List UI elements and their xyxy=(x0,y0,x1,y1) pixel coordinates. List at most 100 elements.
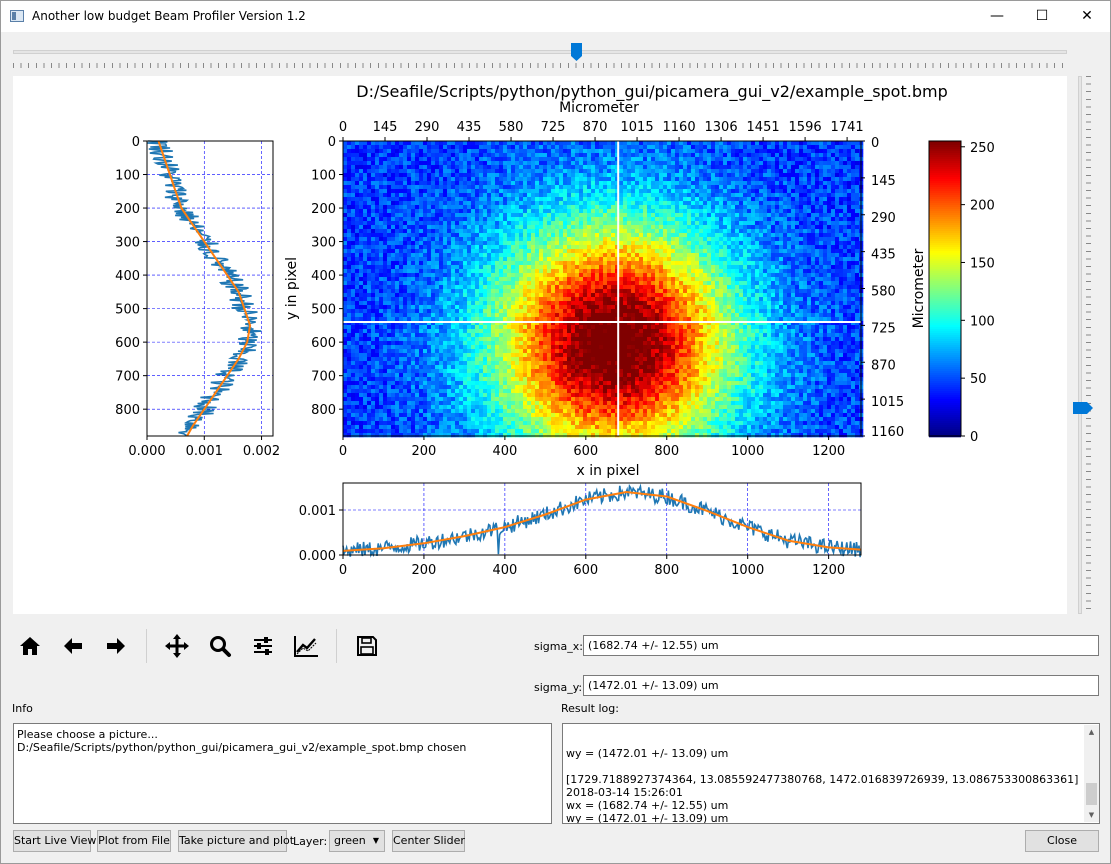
heatmap-cell xyxy=(851,173,856,178)
heatmap-cell xyxy=(811,277,816,282)
heatmap-cell xyxy=(551,253,556,258)
heatmap-cell xyxy=(775,185,780,190)
heatmap-cell xyxy=(627,209,632,214)
heatmap-cell xyxy=(815,145,820,150)
heatmap-cell xyxy=(775,149,780,154)
heatmap-cell xyxy=(527,141,532,146)
heatmap-cell xyxy=(803,149,808,154)
heatmap-cell xyxy=(379,201,384,206)
heatmap-cell xyxy=(803,189,808,194)
heatmap-cell xyxy=(359,165,364,170)
heatmap-cell xyxy=(551,229,556,234)
heatmap-cell xyxy=(591,153,596,158)
heatmap-cell xyxy=(807,157,812,162)
heatmap-cell xyxy=(831,197,836,202)
heatmap-cell xyxy=(535,257,540,262)
heatmap-cell xyxy=(387,153,392,158)
heatmap-cell xyxy=(579,257,584,262)
heatmap-cell xyxy=(595,189,600,194)
heatmap-cell xyxy=(531,241,536,246)
heatmap-cell xyxy=(391,149,396,154)
heatmap-cell xyxy=(787,165,792,170)
heatmap-cell xyxy=(599,277,604,282)
heatmap-cell xyxy=(515,281,520,286)
heatmap-cell xyxy=(495,165,500,170)
heatmap-cell xyxy=(507,261,512,266)
heatmap-cell xyxy=(739,253,744,258)
heatmap-cell xyxy=(563,217,568,222)
slider-handle[interactable] xyxy=(571,43,582,61)
heatmap-cell xyxy=(431,241,436,246)
heatmap-cell xyxy=(383,205,388,210)
heatmap-cell xyxy=(599,289,604,294)
heatmap-cell xyxy=(459,197,464,202)
heatmap-cell xyxy=(583,229,588,234)
heatmap-cell xyxy=(579,173,584,178)
heatmap-cell xyxy=(391,217,396,222)
heatmap-cell xyxy=(839,145,844,150)
close-window-button[interactable]: ✕ xyxy=(1064,1,1110,32)
heatmap-cell xyxy=(395,273,400,278)
heatmap-cell xyxy=(759,281,764,286)
horizontal-crosshair-slider[interactable] xyxy=(13,41,1067,71)
heatmap-cell xyxy=(363,209,368,214)
minimize-button[interactable]: — xyxy=(974,1,1020,32)
heatmap-cell xyxy=(595,221,600,226)
heatmap-cell xyxy=(591,221,596,226)
heatmap-cell xyxy=(483,181,488,186)
heatmap-cell xyxy=(723,277,728,282)
heatmap-cell xyxy=(559,273,564,278)
heatmap-cell xyxy=(447,157,452,162)
heatmap-cell xyxy=(743,289,748,294)
heatmap-cell xyxy=(539,149,544,154)
heatmap-cell xyxy=(439,173,444,178)
heatmap-cell xyxy=(703,257,708,262)
heatmap-cell xyxy=(611,249,616,254)
heatmap-cell xyxy=(847,177,852,182)
heatmap-cell xyxy=(803,193,808,198)
heatmap-cell xyxy=(655,157,660,162)
heatmap-cell xyxy=(391,189,396,194)
heatmap-cell xyxy=(855,229,860,234)
heatmap-cell xyxy=(635,177,640,182)
heatmap-cell xyxy=(359,261,364,266)
heatmap-cell xyxy=(451,169,456,174)
heatmap-cell xyxy=(803,265,808,270)
heatmap-cell xyxy=(511,253,516,258)
heatmap-cell xyxy=(495,173,500,178)
heatmap-cell xyxy=(523,241,528,246)
heatmap-cell xyxy=(479,253,484,258)
heatmap-cell xyxy=(423,149,428,154)
heatmap-cell xyxy=(499,233,504,238)
heatmap-cell xyxy=(635,181,640,186)
heatmap-cell xyxy=(491,205,496,210)
heatmap-cell xyxy=(835,141,840,146)
heatmap-cell xyxy=(679,277,684,282)
heatmap-cell xyxy=(819,233,824,238)
heatmap-cell xyxy=(519,165,524,170)
heatmap-cell xyxy=(527,249,532,254)
heatmap-cell xyxy=(347,213,352,218)
heatmap-cell xyxy=(423,165,428,170)
heatmap-cell xyxy=(607,205,612,210)
maximize-button[interactable]: ☐ xyxy=(1019,1,1065,32)
heatmap-cell xyxy=(347,229,352,234)
heatmap-cell xyxy=(611,269,616,274)
plot-canvas[interactable]: D:/Seafile/Scripts/python/python_gui/pic… xyxy=(13,76,1067,614)
heatmap-cell xyxy=(567,217,572,222)
heatmap-cell xyxy=(579,141,584,146)
heatmap-cell xyxy=(567,253,572,258)
heatmap-cell xyxy=(535,285,540,290)
heatmap-cell xyxy=(571,173,576,178)
heatmap-cell xyxy=(431,265,436,270)
heatmap-cell xyxy=(523,221,528,226)
heatmap-cell xyxy=(375,229,380,234)
heatmap-cell xyxy=(799,201,804,206)
heatmap-cell xyxy=(815,201,820,206)
heatmap-cell xyxy=(795,253,800,258)
heatmap-cell xyxy=(399,161,404,166)
heatmap-cell xyxy=(755,269,760,274)
heatmap-cell xyxy=(671,221,676,226)
heatmap-cell xyxy=(583,197,588,202)
heatmap-cell xyxy=(495,285,500,290)
